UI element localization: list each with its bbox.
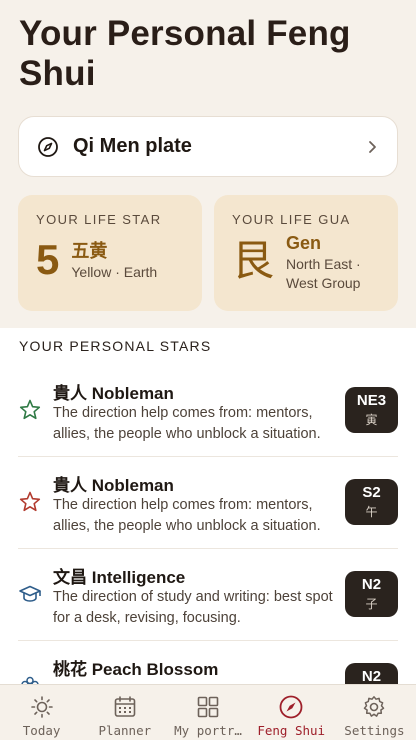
life-gua-card: YOUR LIFE GUA 艮 Gen North East · West Gr… <box>214 195 398 311</box>
list-item-title: 桃花 Peach Blossom <box>53 660 219 679</box>
life-star-number: 5 <box>36 236 60 283</box>
star-outline-red-icon <box>18 490 42 514</box>
gear-icon <box>361 694 387 720</box>
tab-label: Today <box>22 723 61 738</box>
tab-planner[interactable]: Planner <box>83 685 166 740</box>
graduation-cap-icon <box>18 582 42 606</box>
grid-icon <box>195 694 221 720</box>
tab-label: My portr… <box>174 723 242 738</box>
direction-code: N2 <box>361 668 382 685</box>
compass-icon <box>37 136 59 158</box>
tab-feng-shui[interactable]: Feng Shui <box>250 685 333 740</box>
sun-icon <box>29 694 55 720</box>
direction-badge: S2 午 <box>345 479 398 525</box>
tab-my-portrait[interactable]: My portr… <box>166 685 249 740</box>
life-gua-kicker: YOUR LIFE GUA <box>232 212 351 227</box>
tab-label: Feng Shui <box>257 723 326 738</box>
list-item[interactable]: 貴人 Nobleman The direction help comes fro… <box>18 365 398 457</box>
life-star-kicker: YOUR LIFE STAR <box>36 212 162 227</box>
calendar-icon <box>112 694 138 720</box>
qi-men-plate-button[interactable]: Qi Men plate <box>18 116 398 177</box>
direction-branch: 寅 <box>365 413 378 427</box>
life-star-chinese: 五黄 <box>71 241 108 261</box>
life-star-card: YOUR LIFE STAR 5 五黄 Yellow · Earth <box>18 195 202 311</box>
direction-branch: 子 <box>365 597 378 611</box>
list-item[interactable]: 文昌 Intelligence The direction of study a… <box>18 549 398 641</box>
star-outline-green-icon <box>18 398 42 422</box>
compass-icon <box>278 694 304 720</box>
direction-badge: NE3 寅 <box>345 387 398 433</box>
tab-label: Settings <box>344 723 405 738</box>
list-item-desc: The direction help comes from: mentors, … <box>53 405 321 442</box>
chevron-right-icon <box>365 140 379 154</box>
life-star-subtitle: Yellow · Earth <box>71 264 158 280</box>
list-item[interactable]: 貴人 Nobleman The direction help comes fro… <box>18 457 398 549</box>
tab-label: Planner <box>98 723 152 738</box>
qi-men-plate-label: Qi Men plate <box>73 135 192 157</box>
direction-branch: 午 <box>365 505 378 519</box>
life-gua-group: North East · West Group <box>286 256 361 291</box>
life-gua-name: Gen <box>286 233 322 253</box>
list-item-title: 文昌 Intelligence <box>53 568 186 587</box>
list-item-title: 貴人 Nobleman <box>53 384 174 403</box>
tab-today[interactable]: Today <box>0 685 83 740</box>
section-title: YOUR PERSONAL STARS <box>19 338 212 354</box>
direction-code: NE3 <box>356 392 387 409</box>
list-item-desc: The direction help comes from: mentors, … <box>53 497 321 534</box>
direction-code: S2 <box>362 484 381 501</box>
tab-settings[interactable]: Settings <box>333 685 416 740</box>
direction-badge: N2 子 <box>345 571 398 617</box>
personal-stars-list: 貴人 Nobleman The direction help comes fro… <box>0 365 416 733</box>
direction-code: N2 <box>361 576 382 593</box>
list-item-title: 貴人 Nobleman <box>53 476 174 495</box>
life-gua-glyph: 艮 <box>232 236 275 285</box>
page-title: Your Personal Feng Shui <box>19 14 351 93</box>
list-item-desc: The direction of study and writing: best… <box>53 589 333 626</box>
bottom-tab-bar: Today Planner My portr… Feng Shui Settin… <box>0 684 416 740</box>
